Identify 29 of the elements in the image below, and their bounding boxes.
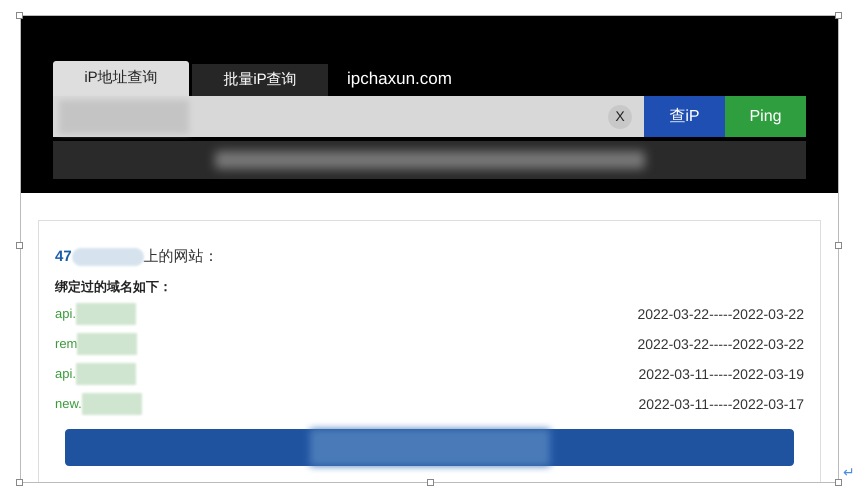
- date-range: 2022-03-11-----2022-03-17: [638, 394, 804, 414]
- date-range: 2022-03-11-----2022-03-19: [638, 364, 804, 384]
- site-name: ipchaxun.com: [347, 68, 452, 90]
- resize-handle[interactable]: [835, 12, 842, 19]
- subheading: 绑定过的域名如下：: [55, 278, 173, 296]
- tab[interactable]: 批量iP查询: [192, 64, 328, 96]
- domain-link[interactable]: api.: [55, 304, 76, 324]
- query-button[interactable]: 查iP: [644, 96, 725, 137]
- resize-handle[interactable]: [16, 12, 23, 19]
- domain-link[interactable]: new.: [55, 394, 82, 414]
- domain-link[interactable]: api.: [55, 364, 76, 384]
- resize-handle[interactable]: [835, 479, 842, 486]
- date-range: 2022-03-22-----2022-03-22: [637, 304, 804, 324]
- resize-handle[interactable]: [835, 242, 842, 249]
- heading: 上的网站：: [144, 246, 219, 267]
- resize-handle[interactable]: [16, 479, 23, 486]
- blurred-redaction: [76, 363, 136, 385]
- resize-handle[interactable]: [16, 242, 23, 249]
- blurred-redaction: [77, 333, 138, 355]
- blurred-redaction: [76, 303, 136, 325]
- resize-handle[interactable]: [427, 479, 434, 486]
- domain-link[interactable]: rem: [55, 334, 78, 354]
- paragraph-mark: ↵: [843, 463, 855, 482]
- tab[interactable]: iP地址查询: [53, 61, 189, 96]
- clear-button[interactable]: X: [608, 104, 632, 128]
- ip-prefix: 47: [55, 246, 72, 267]
- blurred-redaction: [82, 393, 142, 415]
- date-range: 2022-03-22-----2022-03-22: [637, 334, 804, 354]
- ip-input-field[interactable]: X: [53, 96, 644, 137]
